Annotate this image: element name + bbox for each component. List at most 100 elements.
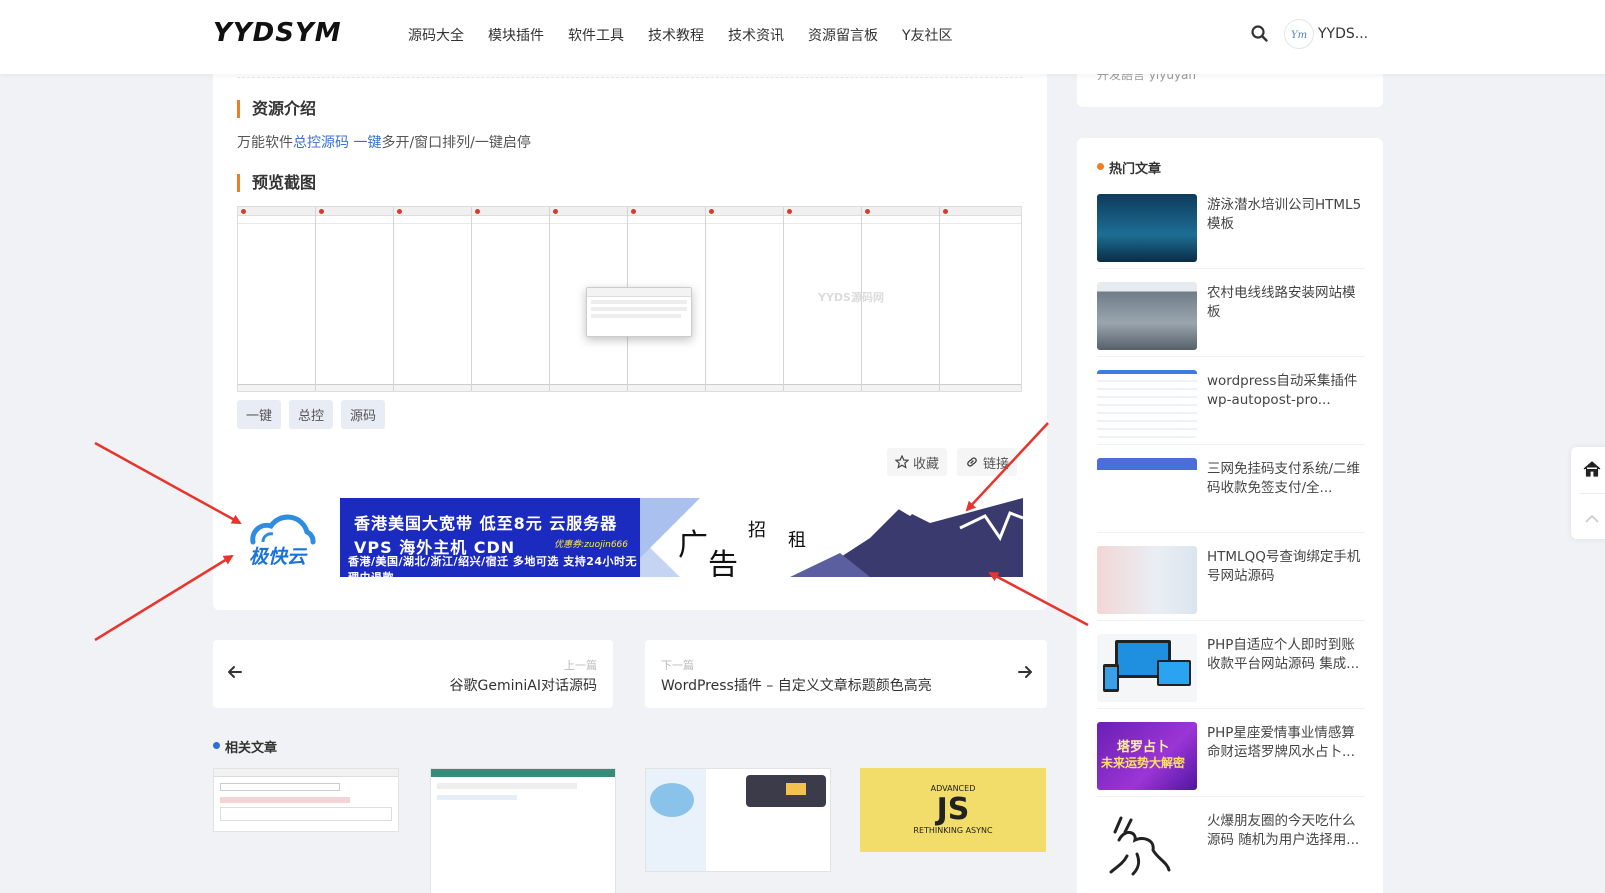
home-icon[interactable] <box>1583 461 1601 481</box>
annotation-arrow <box>94 554 234 642</box>
favorite-button[interactable]: 收藏 <box>887 448 948 476</box>
next-title: WordPress插件 – 自定义文章标题颜色高亮 <box>661 678 932 694</box>
site-header: YYDSYM 源码大全 模块插件 软件工具 技术教程 技术资讯 资源留言板 Y友… <box>0 0 1605 74</box>
nav-item-plugins[interactable]: 模块插件 <box>488 25 544 45</box>
floating-toolbar <box>1571 447 1605 539</box>
article-card: 资源介绍 万能软件总控源码 一键多开/窗口排列/一键启停 预览截图 YYDS源码… <box>213 60 1047 610</box>
next-post-link[interactable]: 下一篇 WordPress插件 – 自定义文章标题颜色高亮 <box>645 640 1047 708</box>
svg-text:Ym: Ym <box>1291 30 1307 41</box>
nav-item-source[interactable]: 源码大全 <box>408 25 464 45</box>
ad-jikuaiyun[interactable]: 极快云 <box>237 498 340 577</box>
hot-article-title: 火爆朋友圈的今天吃什么源码 随机为用户选择用... <box>1207 813 1360 848</box>
hot-article-item[interactable]: wordpress自动采集插件wp-autopost-pro... <box>1097 370 1365 442</box>
related-post-card[interactable] <box>213 768 399 832</box>
hot-article-title: 游泳潜水培训公司HTML5模板 <box>1207 197 1362 232</box>
tag-item[interactable]: 一键 <box>237 400 282 429</box>
hot-article-thumb <box>1097 194 1197 262</box>
prev-post-link[interactable]: 上一篇 谷歌GeminiAI对话源码 <box>213 640 613 708</box>
preview-window <box>472 207 550 391</box>
prev-title: 谷歌GeminiAI对话源码 <box>449 678 597 694</box>
tag-item[interactable]: 总控 <box>289 400 334 429</box>
arrow-left-icon <box>227 664 243 685</box>
intro-link-onekey[interactable]: 一键 <box>353 135 381 151</box>
hot-article-title: HTMLQQ号查询绑定手机号网站源码 <box>1207 549 1361 584</box>
nav-item-community[interactable]: Y友社区 <box>902 25 953 45</box>
ad-hosting-line1: 香港美国大宽带 低至8元 云服务器VPS 海外主机 CDN <box>354 514 618 557</box>
divider <box>1097 796 1365 797</box>
divider <box>1097 620 1365 621</box>
back-to-top-icon[interactable] <box>1584 509 1600 528</box>
divider <box>1097 356 1365 357</box>
link-label: 链接 <box>983 456 1010 472</box>
divider <box>237 77 1023 78</box>
ad-rent-char4: 租 <box>788 530 806 551</box>
ad-hosting[interactable]: 香港美国大宽带 低至8元 云服务器VPS 海外主机 CDN 优惠券:zuojin… <box>340 498 640 584</box>
prev-label: 上一篇 <box>564 659 597 672</box>
star-icon <box>895 455 909 469</box>
avatar[interactable]: Ym <box>1284 19 1314 49</box>
favorite-label: 收藏 <box>913 456 940 472</box>
hot-article-item[interactable]: 火爆朋友圈的今天吃什么源码 随机为用户选择用... <box>1097 810 1365 882</box>
related-post-card[interactable] <box>430 768 616 893</box>
js-card-big: JS <box>936 792 970 827</box>
hot-article-thumb <box>1097 810 1197 878</box>
nav-item-news[interactable]: 技术资讯 <box>728 25 784 45</box>
divider <box>1097 268 1365 269</box>
main-nav: 源码大全 模块插件 软件工具 技术教程 技术资讯 资源留言板 Y友社区 <box>408 25 977 45</box>
preview-screenshot[interactable]: YYDS源码网 <box>237 206 1022 392</box>
preview-window <box>706 207 784 391</box>
hot-article-item[interactable]: HTMLQQ号查询绑定手机号网站源码 <box>1097 546 1365 618</box>
js-card-sub: RETHINKING ASYNC <box>913 826 993 835</box>
arrow-right-icon <box>1017 664 1033 685</box>
nav-item-tutorials[interactable]: 技术教程 <box>648 25 704 45</box>
hot-article-item[interactable]: 农村电线线路安装网站模板 <box>1097 282 1365 354</box>
ad-rent-char1: 广 <box>678 528 708 563</box>
nav-item-software[interactable]: 软件工具 <box>568 25 624 45</box>
tag-list: 一键 总控 源码 <box>237 400 393 429</box>
username[interactable]: YYDS... <box>1318 26 1368 42</box>
tag-item[interactable]: 源码 <box>341 400 386 429</box>
preview-watermark: YYDS源码网 <box>818 291 884 304</box>
divider <box>1097 532 1365 533</box>
hot-articles-widget: 热门文章 游泳潜水培训公司HTML5模板 农村电线线路安装网站模板 wordpr… <box>1077 138 1383 893</box>
hot-article-title: 三网免挂码支付系统/二维码收款免签支付/全... <box>1207 461 1361 496</box>
hot-article-thumb <box>1097 282 1197 350</box>
related-post-card[interactable] <box>645 768 831 872</box>
ad-hosting-line3: 香港/美国/湖北/浙江/绍兴/宿迁 多地可选 支持24小时无理由退款 <box>348 555 638 584</box>
intro-text: 万能软件总控源码 一键多开/窗口排列/一键启停 <box>237 132 531 152</box>
preview-heading: 预览截图 <box>237 174 316 192</box>
site-logo[interactable]: YYDSYM <box>213 18 342 48</box>
preview-window <box>316 207 394 391</box>
next-label: 下一篇 <box>661 659 694 672</box>
intro-text-part: 万能软件 <box>237 135 293 151</box>
nav-item-guestbook[interactable]: 资源留言板 <box>808 25 878 45</box>
divider <box>1097 708 1365 709</box>
preview-window <box>394 207 472 391</box>
hot-article-item[interactable]: 游泳潜水培训公司HTML5模板 <box>1097 194 1365 266</box>
preview-dialog <box>586 287 692 337</box>
hot-article-thumb <box>1097 458 1197 526</box>
ad-jikuaiyun-text: 极快云 <box>249 546 307 568</box>
hot-article-title: 农村电线线路安装网站模板 <box>1207 285 1356 320</box>
divider <box>1579 493 1605 494</box>
hot-article-item[interactable]: 塔罗占卜 未来运势大解密 PHP星座爱情事业情感算命财运塔罗牌风水占卜... <box>1097 722 1365 794</box>
hot-article-title: PHP星座爱情事业情感算命财运塔罗牌风水占卜... <box>1207 725 1355 760</box>
hot-article-item[interactable]: 三网免挂码支付系统/二维码收款免签支付/全... <box>1097 458 1365 530</box>
intro-heading: 资源介绍 <box>237 100 316 118</box>
copy-link-button[interactable]: 链接 <box>957 448 1018 476</box>
ad-banner-strip: 极快云 香港美国大宽带 低至8元 云服务器VPS 海外主机 CDN 优惠券:zu… <box>237 498 1023 584</box>
related-post-card[interactable]: ADVANCED JS RETHINKING ASYNC <box>860 768 1046 852</box>
link-icon <box>967 457 977 467</box>
hot-article-thumb: 塔罗占卜 未来运势大解密 <box>1097 722 1197 790</box>
tarot-thumb-text: 未来运势大解密 <box>1101 756 1186 770</box>
intro-text-part: 多开/窗口排列/一键启停 <box>381 135 531 151</box>
hot-article-item[interactable]: PHP自适应个人即时到账收款平台网站源码 集成... <box>1097 634 1365 706</box>
tarot-thumb-text: 塔罗占卜 <box>1117 740 1170 755</box>
hot-article-title: wordpress自动采集插件wp-autopost-pro... <box>1207 373 1358 408</box>
search-icon[interactable] <box>1250 24 1272 46</box>
intro-link-source[interactable]: 总控源码 <box>293 135 349 151</box>
ad-for-rent[interactable]: 广 告 招 租 <box>640 498 1023 577</box>
ad-hosting-promo: 优惠券:zuojin666 <box>554 540 628 550</box>
divider <box>1097 444 1365 445</box>
related-heading: 相关文章 <box>213 737 277 756</box>
